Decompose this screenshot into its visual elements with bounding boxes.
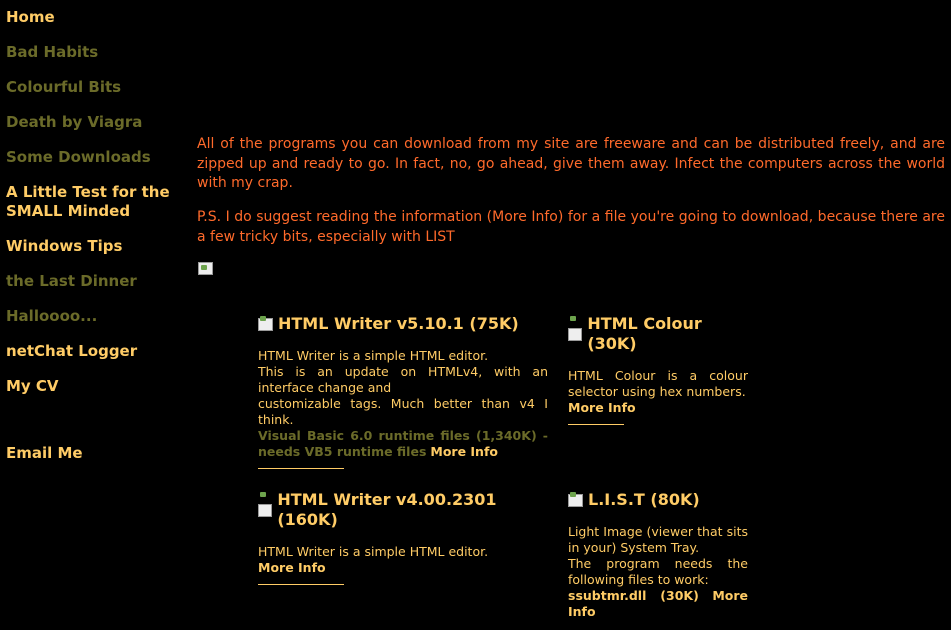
download-title[interactable]: HTML Writer v4.00.2301 (160K) [258, 490, 548, 530]
download-title[interactable]: L.I.S.T (80K) [568, 490, 748, 510]
nav-windows-tips[interactable]: Windows Tips [6, 237, 181, 256]
nav-netchat-logger[interactable]: netChat Logger [6, 342, 181, 361]
divider [258, 584, 344, 585]
divider [258, 468, 344, 469]
intro-paragraph: All of the programs you can download fro… [197, 136, 945, 191]
broken-image-icon [198, 262, 213, 275]
broken-image-icon [568, 493, 583, 507]
nav-death-by-viagra[interactable]: Death by Viagra [6, 113, 181, 132]
download-description: Light Image (viewer that sits in your) S… [568, 524, 748, 619]
nav-home[interactable]: Home [6, 8, 181, 27]
runtime-link[interactable]: Visual Basic 6.0 runtime files (1,340K) … [258, 428, 548, 459]
nav-last-dinner[interactable]: the Last Dinner [6, 272, 181, 291]
download-card: HTML Colour (30K) HTML Colour is a colou… [568, 314, 748, 425]
ps-paragraph: P.S. I do suggest reading the informatio… [197, 209, 945, 245]
download-description: HTML Writer is a simple HTML editor. Mor… [258, 544, 489, 575]
more-info-link[interactable]: More Info [568, 400, 636, 415]
required-file: ssubtmr.dll (30K) [568, 588, 699, 603]
nav-bad-habits[interactable]: Bad Habits [6, 43, 181, 62]
nav-email-me[interactable]: Email Me [6, 444, 181, 463]
nav-colourful-bits[interactable]: Colourful Bits [6, 78, 181, 97]
more-info-link[interactable]: More Info [430, 444, 498, 459]
nav-some-downloads[interactable]: Some Downloads [6, 148, 181, 167]
more-info-link[interactable]: More Info [258, 560, 326, 575]
download-description: HTML Writer is a simple HTML editor. Thi… [258, 348, 548, 459]
download-description: HTML Colour is a colour selector using h… [568, 368, 748, 415]
nav-little-test[interactable]: A Little Test for the SMALL Minded [6, 183, 181, 221]
download-card: HTML Writer v5.10.1 (75K) HTML Writer is… [258, 314, 548, 469]
download-card: L.I.S.T (80K) Light Image (viewer that s… [568, 490, 748, 620]
broken-image-icon [258, 503, 273, 517]
broken-image-icon [568, 327, 583, 341]
nav-halloooo[interactable]: Halloooo... [6, 307, 181, 326]
broken-image-icon [258, 317, 273, 331]
download-card: HTML Writer v4.00.2301 (160K) HTML Write… [258, 490, 548, 585]
nav-my-cv[interactable]: My CV [6, 377, 181, 396]
download-title[interactable]: HTML Colour (30K) [568, 314, 748, 354]
divider [568, 424, 624, 425]
download-title[interactable]: HTML Writer v5.10.1 (75K) [258, 314, 548, 334]
